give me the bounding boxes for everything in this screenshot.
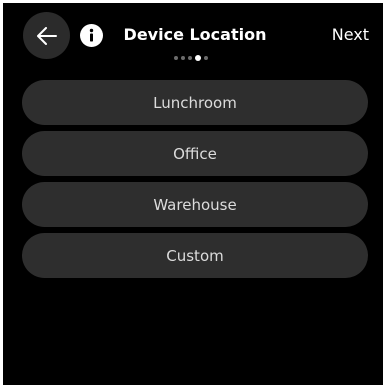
- page-dot: [188, 56, 192, 60]
- option-custom-button[interactable]: Custom: [22, 233, 368, 278]
- option-warehouse-button[interactable]: Warehouse: [22, 182, 368, 227]
- page-dot: [181, 56, 185, 60]
- page-dot: [174, 56, 178, 60]
- page-indicator: [174, 54, 208, 62]
- option-office-button[interactable]: Office: [22, 131, 368, 176]
- option-lunchroom-button[interactable]: Lunchroom: [22, 80, 368, 125]
- page-dot-active: [195, 55, 201, 61]
- info-icon: [80, 24, 103, 47]
- arrow-left-icon: [36, 26, 57, 45]
- info-button[interactable]: [80, 24, 103, 47]
- location-options-list: Lunchroom Office Warehouse Custom: [22, 80, 368, 284]
- back-button[interactable]: [23, 12, 70, 59]
- device-location-screen: Device Location Next Lunchroom Office Wa…: [3, 3, 383, 385]
- page-dot: [204, 56, 208, 60]
- page-title: Device Location: [123, 25, 267, 44]
- next-button[interactable]: Next: [332, 24, 369, 46]
